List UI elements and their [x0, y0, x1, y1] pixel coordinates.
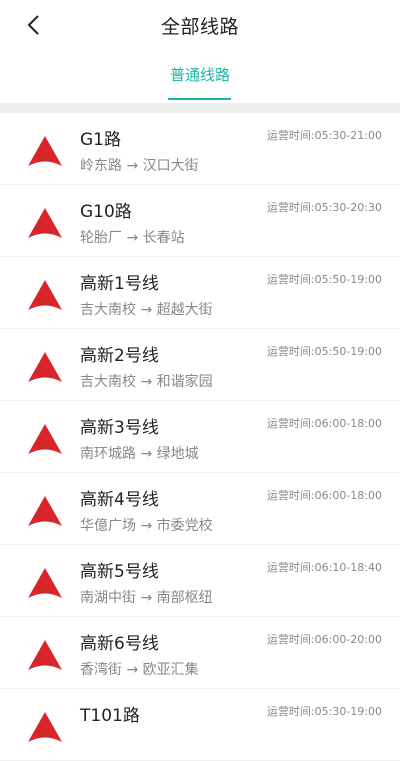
route-row[interactable]: 高新1号线 吉大南校 → 超越大街 运营时间:05:50-19:00 — [0, 257, 400, 329]
bus-route-icon — [27, 639, 63, 671]
route-path: 华億广场 → 市委党校 — [80, 518, 213, 534]
route-row[interactable]: 高新4号线 华億广场 → 市委党校 运营时间:06:00-18:00 — [0, 473, 400, 545]
operating-hours: 运营时间:06:00-18:00 — [266, 417, 382, 430]
route-path: 轮胎厂 → 长春站 — [80, 230, 185, 246]
bus-route-icon — [27, 279, 63, 311]
operating-hours: 运营时间:05:50-19:00 — [266, 273, 382, 286]
route-name: G1路 — [80, 130, 121, 150]
route-name: 高新6号线 — [80, 634, 159, 654]
route-path: 岭东路 → 汉口大街 — [80, 158, 199, 174]
route-path: 南湖中街 → 南部枢纽 — [80, 590, 213, 606]
operating-hours: 运营时间:05:30-20:30 — [266, 201, 382, 214]
bus-route-icon — [27, 711, 63, 743]
route-row[interactable]: 高新6号线 香湾街 → 欧亚汇集 运营时间:06:00-20:00 — [0, 617, 400, 689]
operating-hours: 运营时间:06:10-18:40 — [266, 561, 382, 574]
tab-regular-routes[interactable]: 普通线路 — [0, 64, 400, 85]
route-path: 吉大南校 → 超越大街 — [80, 302, 213, 318]
operating-hours: 运营时间:05:30-19:00 — [266, 705, 382, 718]
bus-route-icon — [27, 135, 63, 167]
route-list: G1路 岭东路 → 汉口大街 运营时间:05:30-21:00 G10路 轮胎厂… — [0, 113, 400, 761]
route-name: 高新4号线 — [80, 490, 159, 510]
route-row[interactable]: 高新5号线 南湖中街 → 南部枢纽 运营时间:06:10-18:40 — [0, 545, 400, 617]
operating-hours: 运营时间:05:50-19:00 — [266, 345, 382, 358]
tab-active-indicator — [168, 98, 231, 100]
bus-route-icon — [27, 423, 63, 455]
tab-bar: 普通线路 — [0, 50, 400, 103]
route-row[interactable]: 高新2号线 吉大南校 → 和谐家园 运营时间:05:50-19:00 — [0, 329, 400, 401]
operating-hours: 运营时间:06:00-20:00 — [266, 633, 382, 646]
bus-route-icon — [27, 567, 63, 599]
bus-route-icon — [27, 351, 63, 383]
bus-route-icon — [27, 495, 63, 527]
operating-hours: 运营时间:05:30-21:00 — [266, 129, 382, 142]
route-name: T101路 — [80, 706, 140, 726]
route-path: 香湾街 → 欧亚汇集 — [80, 662, 199, 678]
bus-route-icon — [27, 207, 63, 239]
page-title: 全部线路 — [160, 16, 239, 38]
section-divider — [0, 103, 400, 113]
route-name: 高新3号线 — [80, 418, 159, 438]
route-row[interactable]: G1路 岭东路 → 汉口大街 运营时间:05:30-21:00 — [0, 113, 400, 185]
route-row[interactable]: 高新3号线 南环城路 → 绿地城 运营时间:06:00-18:00 — [0, 401, 400, 473]
header: 全部线路 — [0, 0, 400, 50]
route-name: 高新1号线 — [80, 274, 159, 294]
route-name: 高新5号线 — [80, 562, 159, 582]
route-name: 高新2号线 — [80, 346, 159, 366]
route-path: 吉大南校 → 和谐家园 — [80, 374, 213, 390]
route-row[interactable]: G10路 轮胎厂 → 长春站 运营时间:05:30-20:30 — [0, 185, 400, 257]
operating-hours: 运营时间:06:00-18:00 — [266, 489, 382, 502]
route-name: G10路 — [80, 202, 132, 222]
route-row[interactable]: T101路 运营时间:05:30-19:00 — [0, 689, 400, 761]
route-path: 南环城路 → 绿地城 — [80, 446, 199, 462]
